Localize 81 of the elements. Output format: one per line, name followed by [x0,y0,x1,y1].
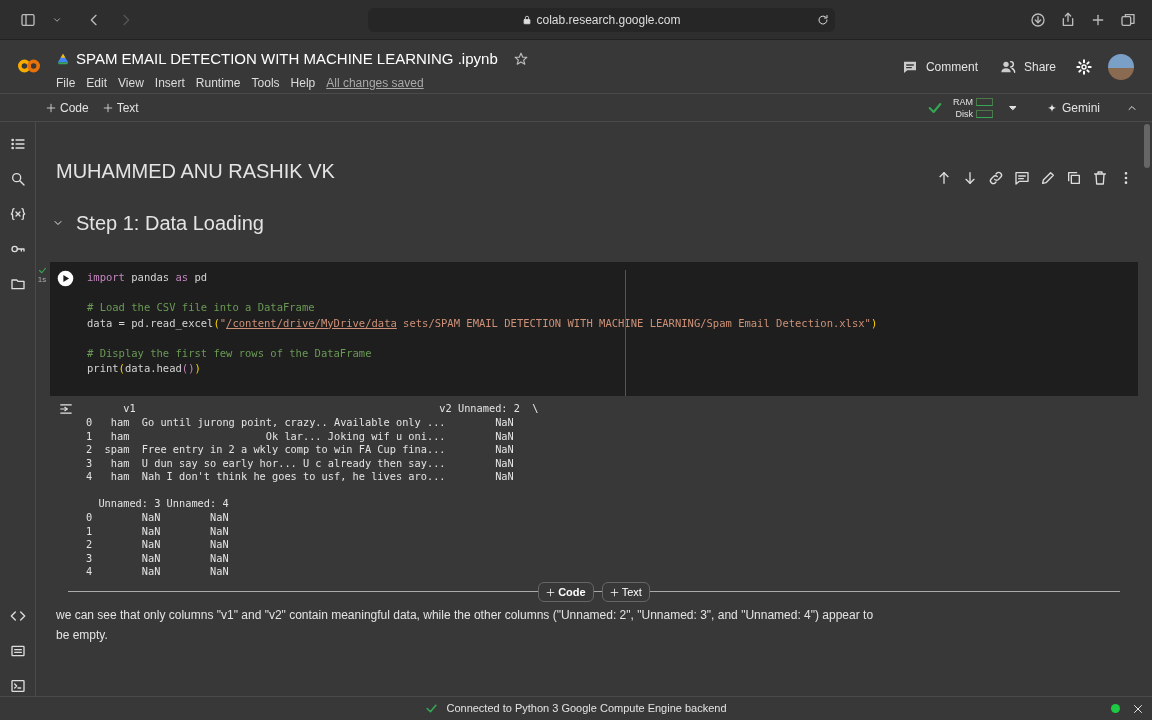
notebook-title[interactable]: SPAM EMAIL DETECTION WITH MACHINE LEARNING .ipynb [76,48,498,71]
connection-status: Connected to Python 3 Google Compute Engine backend [446,701,727,717]
scrollbar-thumb[interactable] [1144,124,1150,168]
url-text: colab.research.google.com [536,11,681,29]
comment-icon[interactable] [1014,170,1030,186]
plus-icon [609,587,619,597]
comment-icon [901,59,918,75]
check-icon [37,266,47,275]
link-icon[interactable] [988,170,1004,186]
menu-item[interactable]: Edit [86,73,108,92]
plus-icon [546,587,556,597]
code-line: # Load the CSV file into a DataFrame [87,300,315,316]
check-icon [425,702,439,715]
people-icon [999,59,1016,75]
close-icon[interactable] [1132,702,1144,715]
add-text-button[interactable]: Text [98,98,143,117]
output-line: 1 NaN NaN [86,524,229,539]
arrow-up-icon[interactable] [936,170,952,186]
delete-icon[interactable] [1092,170,1108,186]
download-icon[interactable] [1030,11,1046,28]
comment-button[interactable]: Comment [893,54,986,80]
connected-indicator [1111,704,1120,713]
output-line: 3 ham U dun say so early hor... U c already then say... NaN [86,456,514,471]
copy-icon[interactable] [1066,170,1082,186]
arrow-down-icon[interactable] [962,170,978,186]
add-code-button[interactable]: Code [42,98,93,117]
code-line: data = pd.read_excel("/content/drive/MyDrive/data sets/SPAM EMAIL DETECTION WITH MACHINE LEARNING/Spam Email Detection.xlsx") [87,315,878,331]
share-button[interactable]: Share [991,54,1064,80]
gemini-button[interactable]: Gemini [1041,98,1106,117]
notebook-heading: MUHAMMED ANU RASHIK VK [56,159,335,184]
menu-item[interactable]: View [118,73,144,92]
code-line: print(data.head()) [87,361,201,377]
output-line: Unnamed: 3 Unnamed: 4 [97,497,229,512]
output-line: 1 ham Ok lar... Joking wif u oni... NaN [86,429,514,444]
usage-meter [976,109,993,118]
execution-time: 1s [37,275,47,284]
menu-item[interactable]: Insert [154,73,185,92]
plus-icon [46,102,56,113]
save-status-link[interactable]: All changes saved [326,73,424,92]
output-line: v1 v2 Unnamed: 2 \ [122,402,539,416]
output-line: 2 NaN NaN [86,538,229,552]
menu-item[interactable]: Help [290,73,316,92]
output-line: 2 spam Free entry in 2 a wkly comp to win FA Cup fina... NaN [86,443,514,457]
address-bar[interactable]: colab.research.google.com [368,7,835,32]
search-icon[interactable] [9,171,26,187]
code-icon[interactable] [9,608,26,624]
star-icon[interactable] [513,52,528,67]
menu-item[interactable]: File [56,73,76,92]
variables-icon[interactable] [9,206,26,222]
folder-icon[interactable] [9,276,26,292]
sidebar-icon[interactable] [20,11,36,28]
add-text-button[interactable]: Text [601,582,650,603]
menu-item[interactable]: Runtime [195,73,241,92]
terminal-icon[interactable] [9,678,26,694]
output-line: 0 NaN NaN [86,511,229,525]
output-line: 0 ham Go until jurong point, crazy.. Available only ... NaN [86,415,514,430]
output-line: 3 NaN NaN [86,551,229,566]
output-line: 4 ham Nah I don't think he goes to usf, he lives aro... NaN [86,470,514,484]
plus-icon [102,102,113,113]
usage-meter [976,97,993,106]
tabs-icon[interactable] [1120,11,1136,28]
ram-label: RAM [953,95,973,108]
table-of-contents-icon[interactable] [9,136,26,152]
code-cell[interactable] [50,262,1138,397]
code-line: # Display the first few rows of the DataFrame [87,345,372,361]
disk-label: Disk [955,107,973,120]
command-palette-icon[interactable] [9,643,26,659]
avatar[interactable] [1108,54,1134,80]
code-line: import pandas as pd [87,270,208,285]
output-line: 4 NaN NaN [86,565,229,580]
drive-icon [56,52,70,67]
section-heading: Step 1: Data Loading [76,211,264,236]
edit-icon[interactable] [1040,170,1056,186]
menu-item[interactable]: Tools [251,73,280,92]
add-code-button[interactable]: Code [538,582,594,603]
output-menu-icon[interactable] [58,402,74,417]
run-button-icon[interactable] [57,270,74,287]
reload-icon[interactable] [817,13,829,26]
lock-icon [522,14,533,25]
share-icon[interactable] [1060,11,1076,28]
markdown-paragraph: we can see that only columns "v1" and "v2" contain meaningful data, while the other columns ("Unnamed: 2", "Unnamed: 3", and "Unnamed: 4") appear to be empty. [55,607,875,645]
